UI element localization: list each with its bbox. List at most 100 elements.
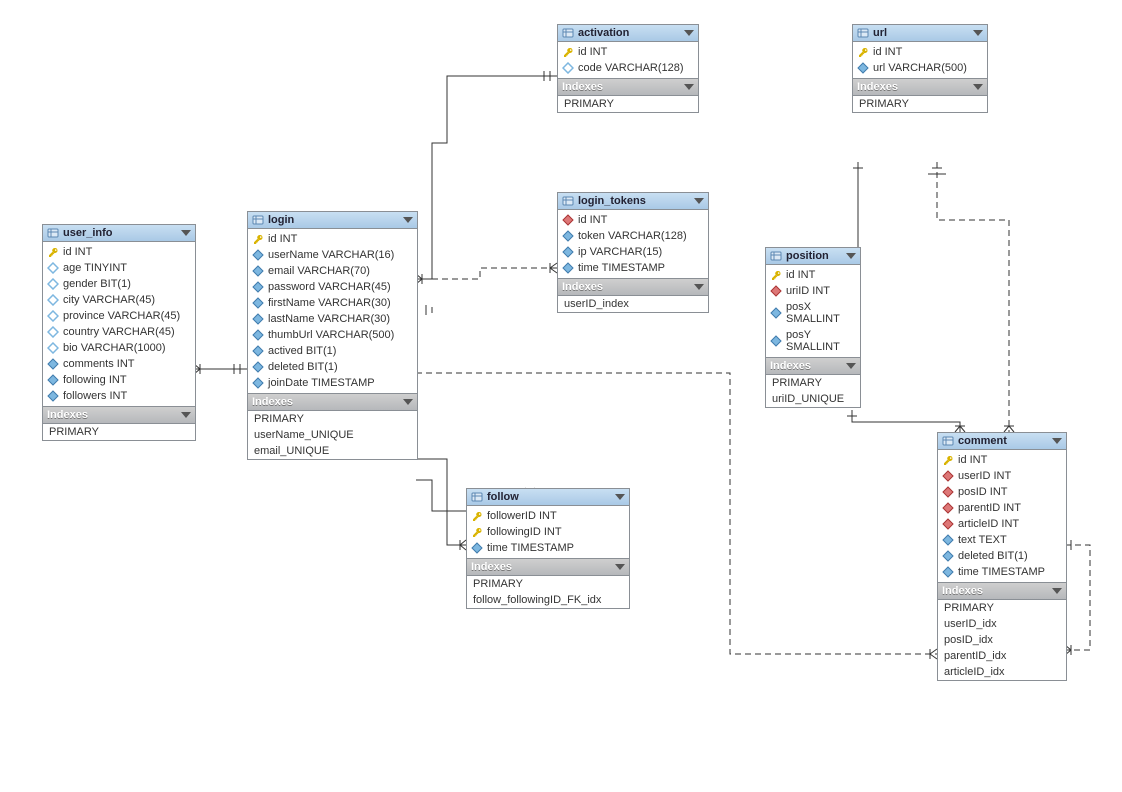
column-row[interactable]: id INT	[248, 231, 417, 247]
column-row[interactable]: url VARCHAR(500)	[853, 60, 987, 76]
entity-header[interactable]: comment	[938, 433, 1066, 450]
index-row[interactable]: PRIMARY	[558, 96, 698, 112]
entity-url[interactable]: url id INTurl VARCHAR(500) IndexesPRIMARY	[852, 24, 988, 113]
column-row[interactable]: userID INT	[938, 468, 1066, 484]
entity-login_tokens[interactable]: login_tokensid INTtoken VARCHAR(128)ip V…	[557, 192, 709, 313]
index-row[interactable]: PRIMARY	[766, 375, 860, 391]
collapse-icon[interactable]	[181, 412, 191, 418]
index-row[interactable]: email_UNIQUE	[248, 443, 417, 459]
column-row[interactable]: posX SMALLINT	[766, 299, 860, 327]
indexes-header[interactable]: Indexes	[558, 78, 698, 96]
column-row[interactable]: firstName VARCHAR(30)	[248, 295, 417, 311]
column-row[interactable]: deleted BIT(1)	[248, 359, 417, 375]
collapse-icon[interactable]	[684, 30, 694, 36]
column-row[interactable]: country VARCHAR(45)	[43, 324, 195, 340]
collapse-icon[interactable]	[403, 217, 413, 223]
column-row[interactable]: token VARCHAR(128)	[558, 228, 708, 244]
column-row[interactable]: posY SMALLINT	[766, 327, 860, 355]
index-row[interactable]: PRIMARY	[853, 96, 987, 112]
column-row[interactable]: email VARCHAR(70)	[248, 263, 417, 279]
column-label: userName VARCHAR(16)	[268, 249, 394, 261]
column-row[interactable]: followers INT	[43, 388, 195, 404]
column-row[interactable]: time TIMESTAMP	[467, 540, 629, 556]
entity-header[interactable]: login	[248, 212, 417, 229]
collapse-icon[interactable]	[846, 253, 856, 259]
column-row[interactable]: bio VARCHAR(1000)	[43, 340, 195, 356]
index-row[interactable]: follow_followingID_FK_idx	[467, 592, 629, 608]
index-row[interactable]: articleID_idx	[938, 664, 1066, 680]
column-row[interactable]: province VARCHAR(45)	[43, 308, 195, 324]
column-row[interactable]: lastName VARCHAR(30)	[248, 311, 417, 327]
collapse-icon[interactable]	[615, 564, 625, 570]
collapse-icon[interactable]	[846, 363, 856, 369]
column-row[interactable]: id INT	[558, 44, 698, 60]
column-row[interactable]: parentID INT	[938, 500, 1066, 516]
entity-header[interactable]: user_info	[43, 225, 195, 242]
column-row[interactable]: text TEXT	[938, 532, 1066, 548]
entity-header[interactable]: url	[853, 25, 987, 42]
column-row[interactable]: following INT	[43, 372, 195, 388]
entity-position[interactable]: position id INTuriID INTposX SMALLINTposY…	[765, 247, 861, 408]
entity-user_info[interactable]: user_infoid INTage TINYINTgender BIT(1)c…	[42, 224, 196, 441]
column-row[interactable]: articleID INT	[938, 516, 1066, 532]
collapse-icon[interactable]	[615, 494, 625, 500]
index-row[interactable]: posID_idx	[938, 632, 1066, 648]
indexes-header[interactable]: Indexes	[558, 278, 708, 296]
column-row[interactable]: id INT	[766, 267, 860, 283]
collapse-icon[interactable]	[403, 399, 413, 405]
collapse-icon[interactable]	[973, 84, 983, 90]
index-row[interactable]: userID_idx	[938, 616, 1066, 632]
column-row[interactable]: deleted BIT(1)	[938, 548, 1066, 564]
collapse-icon[interactable]	[1052, 588, 1062, 594]
entity-comment[interactable]: commentid INTuserID INTposID INTparentID…	[937, 432, 1067, 681]
index-row[interactable]: userID_index	[558, 296, 708, 312]
index-row[interactable]: PRIMARY	[938, 600, 1066, 616]
column-row[interactable]: ip VARCHAR(15)	[558, 244, 708, 260]
entity-header[interactable]: login_tokens	[558, 193, 708, 210]
column-row[interactable]: id INT	[938, 452, 1066, 468]
column-row[interactable]: gender BIT(1)	[43, 276, 195, 292]
collapse-icon[interactable]	[181, 230, 191, 236]
index-row[interactable]: PRIMARY	[248, 411, 417, 427]
column-row[interactable]: followerID INT	[467, 508, 629, 524]
collapse-icon[interactable]	[684, 84, 694, 90]
column-row[interactable]: code VARCHAR(128)	[558, 60, 698, 76]
collapse-icon[interactable]	[694, 284, 704, 290]
entity-header[interactable]: position	[766, 248, 860, 265]
column-row[interactable]: time TIMESTAMP	[558, 260, 708, 276]
indexes-header[interactable]: Indexes	[467, 558, 629, 576]
indexes-header[interactable]: Indexes	[938, 582, 1066, 600]
index-row[interactable]: userName_UNIQUE	[248, 427, 417, 443]
column-row[interactable]: time TIMESTAMP	[938, 564, 1066, 580]
entity-follow[interactable]: follow followerID INTfollowingID INTtime …	[466, 488, 630, 609]
entity-activation[interactable]: activation id INTcode VARCHAR(128) Indexes…	[557, 24, 699, 113]
column-row[interactable]: password VARCHAR(45)	[248, 279, 417, 295]
column-row[interactable]: id INT	[558, 212, 708, 228]
column-row[interactable]: userName VARCHAR(16)	[248, 247, 417, 263]
collapse-icon[interactable]	[694, 198, 704, 204]
entity-header[interactable]: follow	[467, 489, 629, 506]
entity-header[interactable]: activation	[558, 25, 698, 42]
column-row[interactable]: actived BIT(1)	[248, 343, 417, 359]
indexes-header[interactable]: Indexes	[766, 357, 860, 375]
column-row[interactable]: id INT	[853, 44, 987, 60]
index-row[interactable]: PRIMARY	[467, 576, 629, 592]
indexes-header[interactable]: Indexes	[248, 393, 417, 411]
indexes-header[interactable]: Indexes	[43, 406, 195, 424]
column-row[interactable]: uriID INT	[766, 283, 860, 299]
entity-login[interactable]: login id INT userName VARCHAR(16) email VAR…	[247, 211, 418, 460]
column-row[interactable]: age TINYINT	[43, 260, 195, 276]
collapse-icon[interactable]	[973, 30, 983, 36]
index-row[interactable]: PRIMARY	[43, 424, 195, 440]
index-row[interactable]: parentID_idx	[938, 648, 1066, 664]
column-row[interactable]: comments INT	[43, 356, 195, 372]
column-row[interactable]: posID INT	[938, 484, 1066, 500]
column-row[interactable]: city VARCHAR(45)	[43, 292, 195, 308]
collapse-icon[interactable]	[1052, 438, 1062, 444]
column-row[interactable]: thumbUrl VARCHAR(500)	[248, 327, 417, 343]
index-row[interactable]: uriID_UNIQUE	[766, 391, 860, 407]
column-row[interactable]: id INT	[43, 244, 195, 260]
indexes-header[interactable]: Indexes	[853, 78, 987, 96]
column-row[interactable]: joinDate TIMESTAMP	[248, 375, 417, 391]
column-row[interactable]: followingID INT	[467, 524, 629, 540]
